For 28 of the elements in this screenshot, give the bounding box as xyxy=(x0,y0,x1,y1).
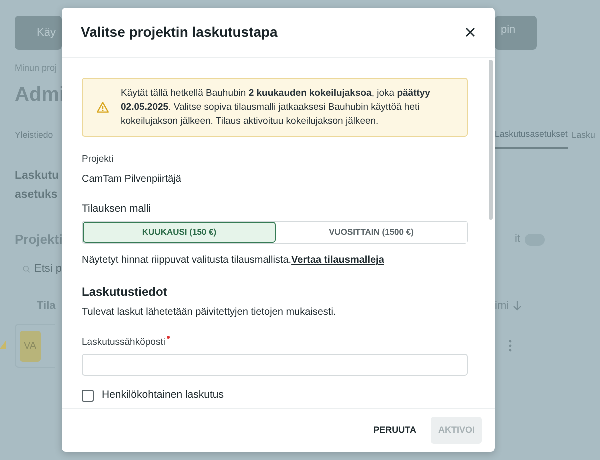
alert-text: Käytät tällä hetkellä Bauhubin 2 kuukauden kokeilujaksoa, joka päättyy 02.05.2025. Valitse sopiva tilausmalli jatkaaksesi Bauhubin käyttöä heti kokeilujakson jälkeen. Tilaus aktivoituu kokeilujakson jälkeen. xyxy=(121,87,432,128)
cancel-button[interactable]: PERUUTA xyxy=(366,416,424,444)
tab[interactable]: Yleistiedo xyxy=(15,122,62,148)
dialog-title: Valitse projektin laskutustapa xyxy=(81,24,278,41)
search-icon xyxy=(23,264,30,276)
email-input[interactable] xyxy=(82,354,468,376)
checkbox[interactable] xyxy=(82,390,94,402)
close-button[interactable] xyxy=(464,26,477,39)
more-options-icon[interactable] xyxy=(509,340,512,352)
close-icon xyxy=(466,28,475,37)
action-button[interactable]: pin xyxy=(495,16,537,50)
search-field[interactable]: Etsi p xyxy=(15,261,62,278)
tab[interactable]: Lasku xyxy=(572,122,596,148)
action-button[interactable]: Käy xyxy=(15,16,62,50)
plan-note: Näytetyt hinnat riippuvat valitusta tilausmallista.Vertaa tilausmalleja xyxy=(82,254,386,268)
sort-arrow-icon[interactable] xyxy=(513,301,522,312)
field-label: Laskutussähköposti xyxy=(82,336,468,350)
compare-link[interactable]: Vertaa tilausmalleja xyxy=(292,255,384,266)
section-title-line: asetuks xyxy=(15,188,59,204)
field-label: Projekti xyxy=(82,153,115,168)
section-heading: Laskutustiedot xyxy=(82,285,168,300)
checkbox-label[interactable]: Henkilökohtainen laskutus xyxy=(102,388,224,404)
field-value: CamTam Pilvenpiirtäjä xyxy=(82,172,182,187)
section-description: Tulevat laskut lähetetään päivitettyjen tietojen mukaisesti. xyxy=(82,306,338,320)
scrollbar[interactable] xyxy=(489,60,493,220)
plan-option[interactable]: KUUKAUSI (150 €) xyxy=(83,222,276,244)
field-label: Tilauksen malli xyxy=(82,202,152,217)
section-title-line: Laskutu xyxy=(15,168,60,184)
